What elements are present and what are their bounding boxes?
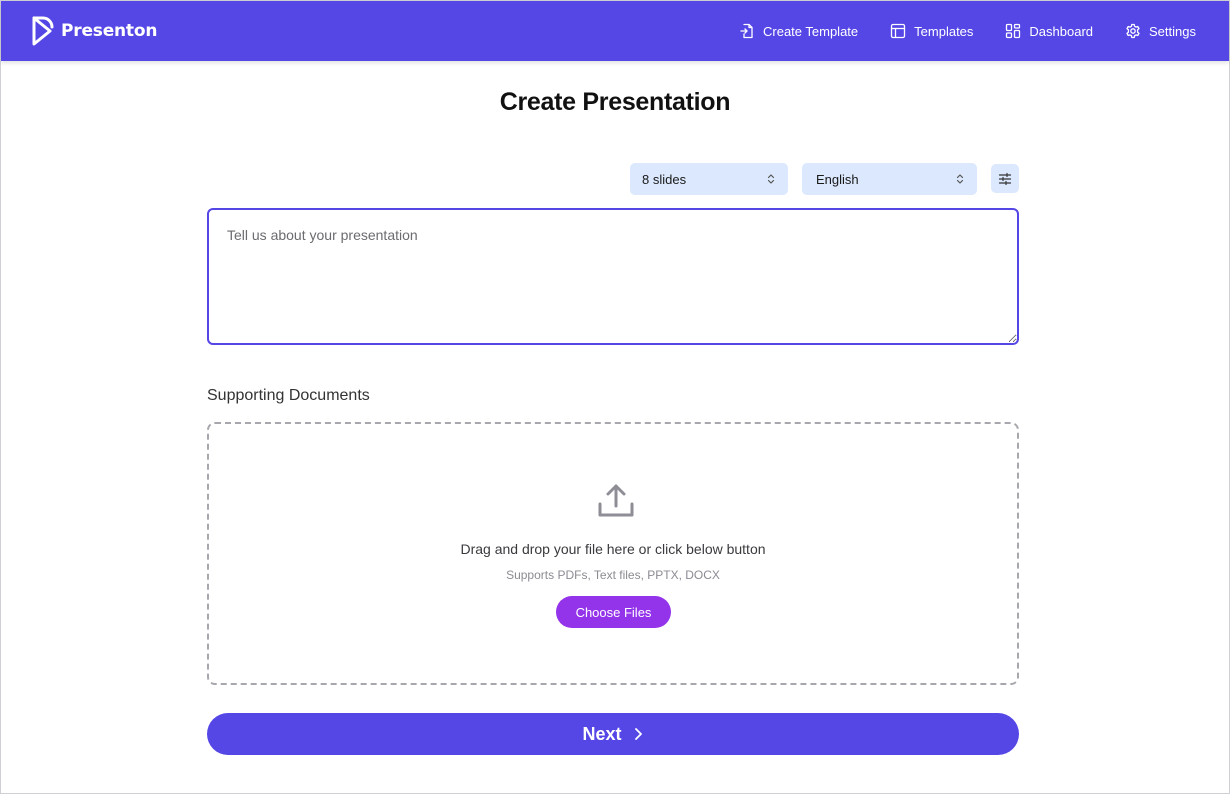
nav-label: Settings — [1149, 23, 1196, 39]
page-title: Create Presentation — [499, 88, 731, 116]
presenton-logo-icon — [32, 16, 54, 46]
file-dropzone[interactable]: Drag and drop your file here or click be… — [207, 422, 1019, 685]
nav-dashboard[interactable]: Dashboard — [1005, 23, 1093, 39]
next-button[interactable]: Next — [207, 713, 1019, 755]
dropzone-instruction: Drag and drop your file here or click be… — [460, 541, 766, 557]
nav-settings[interactable]: Settings — [1125, 23, 1196, 39]
file-import-icon — [740, 23, 753, 39]
slides-count-select[interactable]: 8 slides — [630, 163, 788, 195]
dropzone-supported-types: Supports PDFs, Text files, PPTX, DOCX — [506, 568, 720, 582]
nav-templates[interactable]: Templates — [890, 23, 973, 39]
main-nav: Create Template Templates Dashboard Sett… — [739, 1, 1196, 61]
nav-label: Templates — [914, 23, 974, 39]
next-label: Next — [582, 723, 622, 744]
language-select[interactable]: English — [802, 163, 977, 195]
layout-icon — [891, 23, 906, 39]
nav-create-template[interactable]: Create Template — [739, 23, 858, 39]
sliders-icon — [998, 172, 1012, 185]
supporting-documents-label: Supporting Documents — [207, 387, 370, 404]
language-value: English — [816, 171, 859, 187]
nav-label: Dashboard — [1029, 23, 1094, 39]
nav-label: Create Template — [763, 23, 859, 39]
brand-name: Presenton — [61, 21, 158, 41]
chevron-up-down-icon — [956, 174, 964, 184]
presentation-prompt-input[interactable] — [207, 208, 1019, 345]
chevron-up-down-icon — [767, 174, 775, 184]
upload-icon — [598, 484, 634, 517]
slides-count-value: 8 slides — [642, 171, 687, 187]
advanced-settings-button[interactable] — [991, 164, 1019, 193]
brand-logo[interactable]: Presenton — [31, 15, 157, 47]
gear-icon — [1126, 23, 1140, 39]
choose-files-button[interactable]: Choose Files — [556, 596, 671, 628]
top-navbar: Presenton Create Template Templates Dash… — [1, 1, 1229, 61]
grid-icon — [1006, 23, 1021, 39]
chevron-right-icon — [634, 728, 642, 740]
